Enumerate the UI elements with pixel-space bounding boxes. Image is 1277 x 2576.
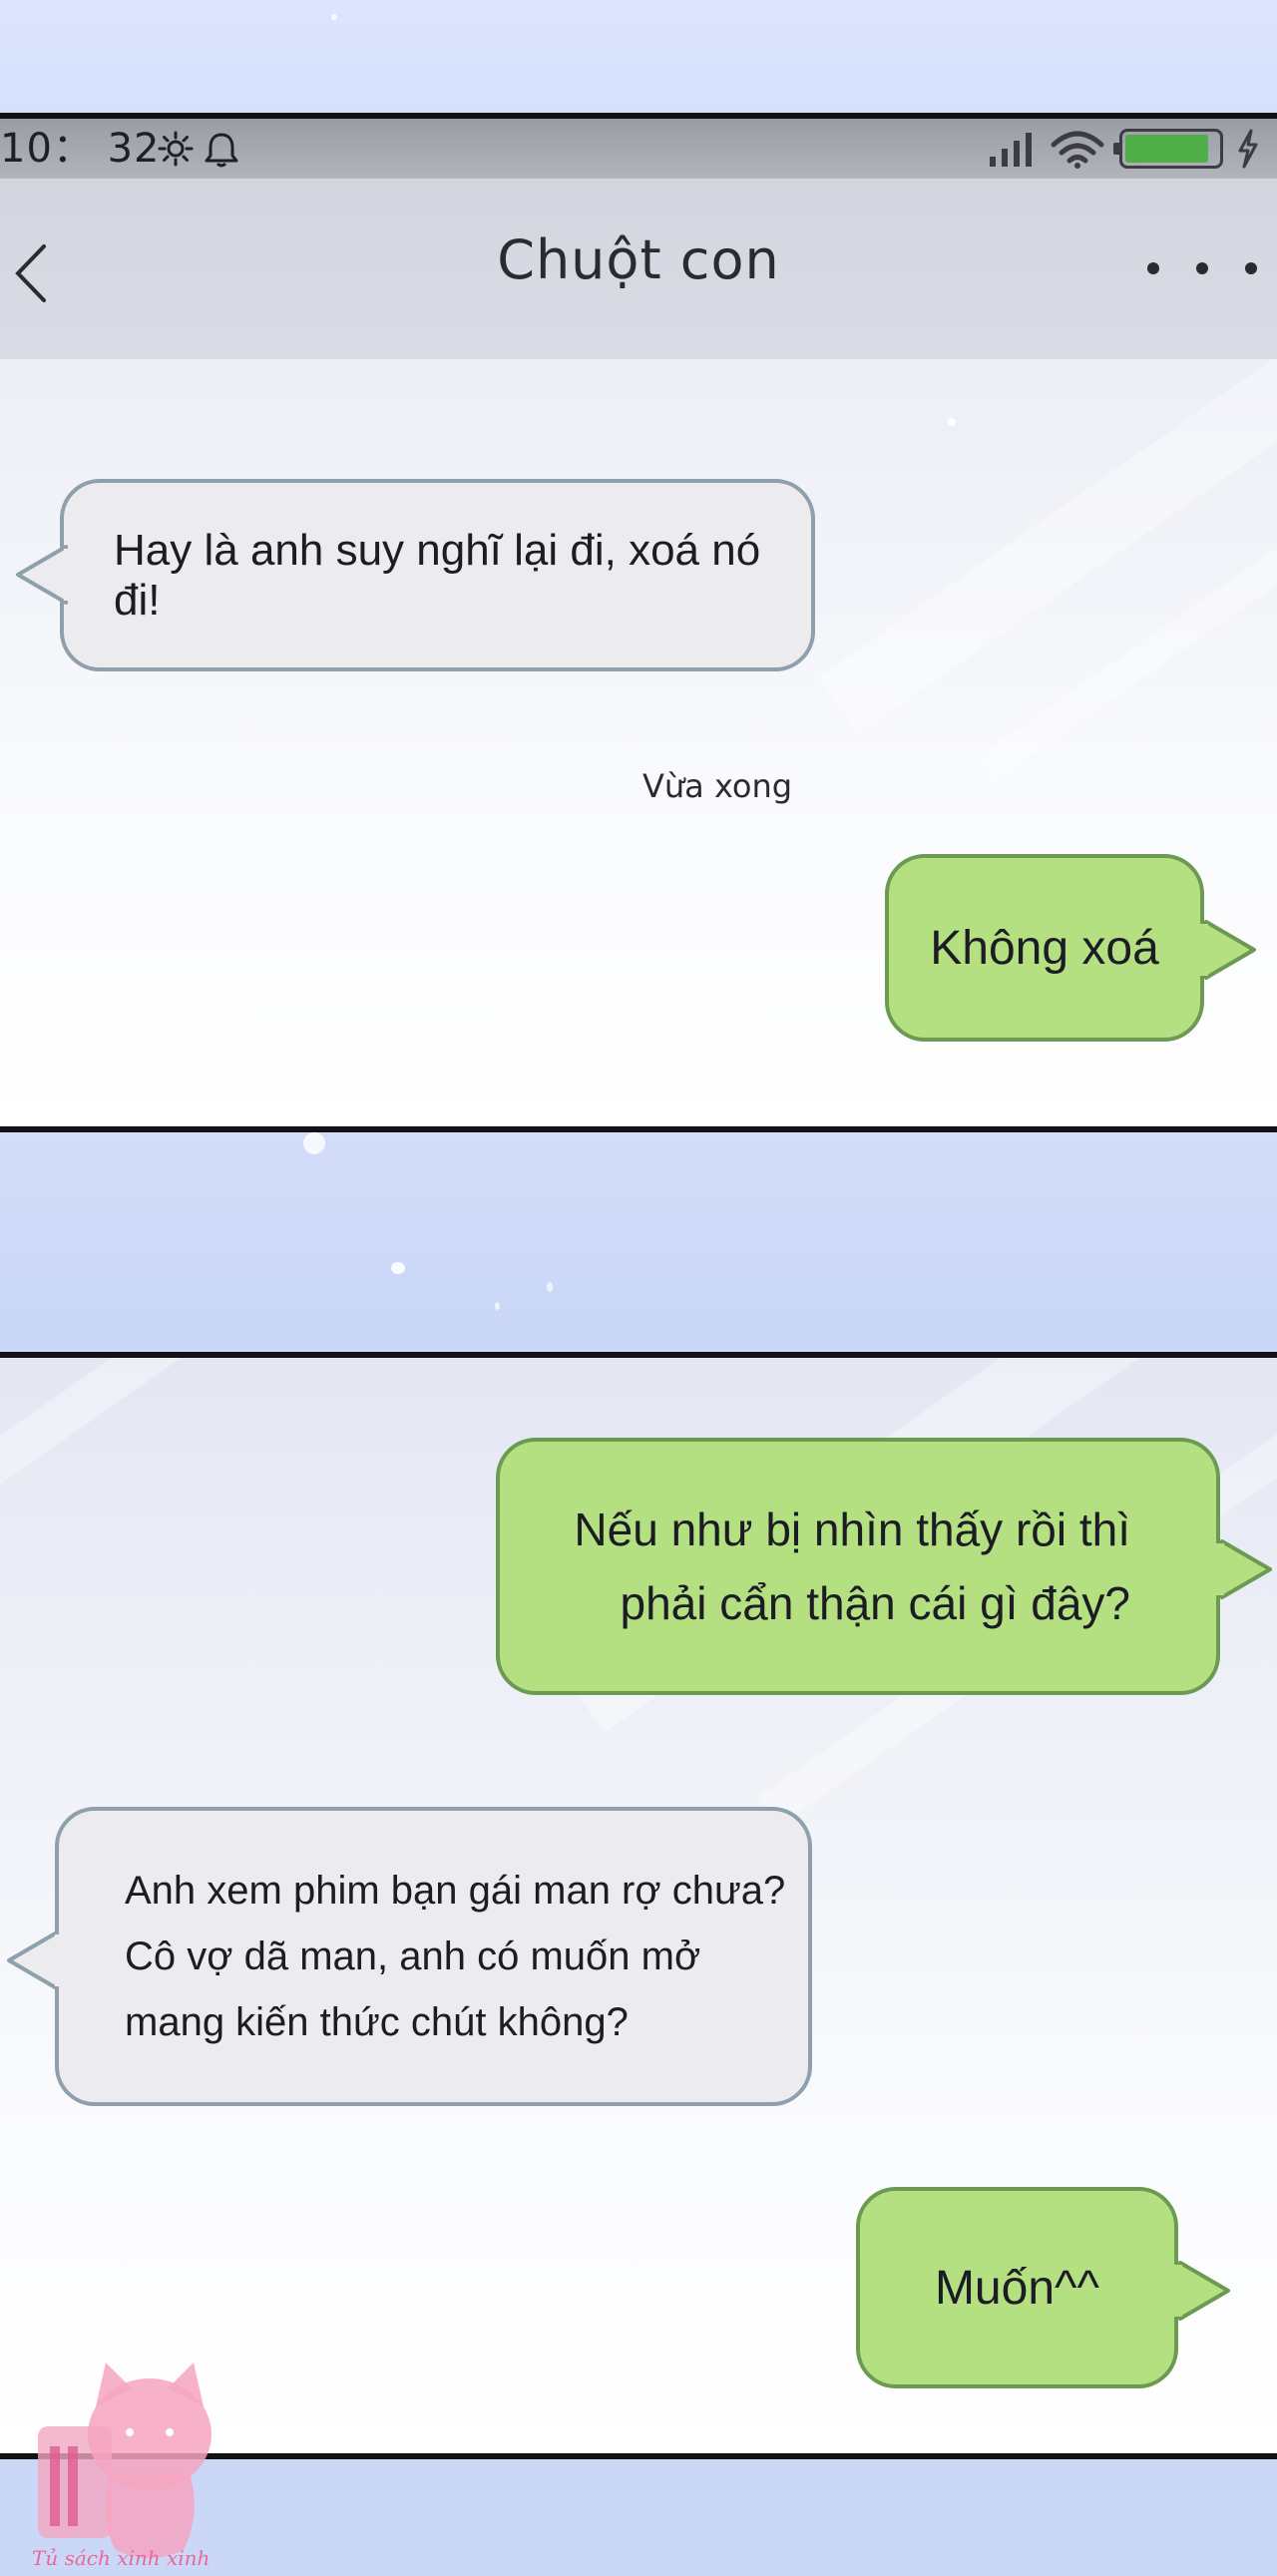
- chat-screen-panel-2: Nếu như bị nhìn thấy rồi thì phải cẩn th…: [0, 1352, 1277, 2459]
- alarm-icon: [205, 133, 238, 168]
- message-text: Anh xem phim bạn gái man rợ chưa? Cô vợ …: [125, 1869, 786, 2044]
- top-gutter: [0, 0, 1277, 113]
- chat-header: Chuột con: [0, 179, 1277, 426]
- panel-gutter: [0, 1132, 1277, 1352]
- message-text: Không xoá: [930, 921, 1159, 975]
- message-timestamp: Vừa xong: [642, 767, 793, 805]
- message-text: Nếu như bị nhìn thấy rồi thì phải cẩn th…: [574, 1503, 1130, 1629]
- message-bubble-sent: Muốn^^: [856, 2187, 1230, 2388]
- message-bubble-received: Anh xem phim bạn gái man rợ chưa? Cô vợ …: [7, 1807, 812, 2106]
- more-options-button[interactable]: [1147, 248, 1257, 288]
- brightness-icon: [158, 131, 194, 167]
- charging-icon: [1238, 129, 1258, 169]
- watermark-text: Tủ sách xinh xinh: [32, 2546, 211, 2570]
- more-horizontal-icon: [1147, 262, 1159, 274]
- status-bar: 10： 32: [0, 119, 1277, 179]
- status-time: 10： 32: [0, 126, 161, 172]
- message-text: Muốn^^: [934, 2261, 1100, 2315]
- wifi-icon: [1051, 131, 1104, 169]
- battery-icon: [1113, 129, 1223, 169]
- chat-screen-panel-1: 10： 32 Chuột con Hay là anh suy nghĩ lại…: [0, 113, 1277, 1132]
- message-bubble-sent: Nếu như bị nhìn thấy rồi thì phải cẩn th…: [496, 1438, 1272, 1695]
- message-text: Hay là anh suy nghĩ lại đi, xoá nó đi!: [114, 525, 761, 625]
- cat-logo-icon: [38, 2362, 212, 2558]
- message-bubble-received: Hay là anh suy nghĩ lại đi, xoá nó đi!: [16, 479, 815, 671]
- chat-title: Chuột con: [497, 228, 780, 291]
- message-bubble-sent: Không xoá: [885, 854, 1256, 1042]
- signal-icon: [990, 133, 1032, 167]
